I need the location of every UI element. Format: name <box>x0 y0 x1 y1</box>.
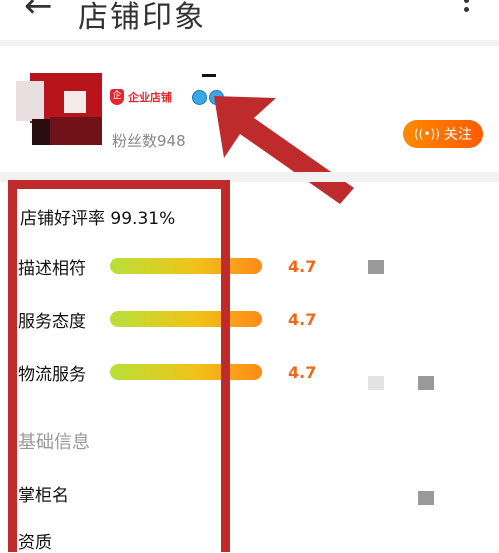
redacted-value <box>368 376 384 390</box>
redacted-value <box>368 260 384 274</box>
redacted-value <box>418 376 434 390</box>
rating-score: 4.7 <box>288 362 317 382</box>
shop-name-redacted <box>202 74 216 77</box>
redacted-value <box>418 491 434 505</box>
fans-count: 粉丝数948 <box>112 132 186 150</box>
page-title: 店铺印象 <box>78 0 206 35</box>
back-arrow-icon[interactable]: ← <box>24 0 53 26</box>
follow-button[interactable]: ((•)) 关注 <box>403 120 483 148</box>
follow-label: 关注 <box>443 127 472 143</box>
shop-avatar[interactable] <box>16 73 102 145</box>
annotation-frame <box>8 180 230 552</box>
broadcast-icon: ((•)) <box>414 127 440 141</box>
badge-label: 企业店铺 <box>128 91 172 104</box>
shield-icon: 企 <box>110 89 124 105</box>
header-divider <box>0 40 499 46</box>
more-vertical-icon[interactable] <box>462 0 470 24</box>
enterprise-shop-badge: 企 企业店铺 <box>110 88 172 106</box>
top-bar: ← 店铺印象 <box>0 0 499 40</box>
rating-score: 4.7 <box>288 309 317 329</box>
rating-score: 4.7 <box>288 256 317 276</box>
